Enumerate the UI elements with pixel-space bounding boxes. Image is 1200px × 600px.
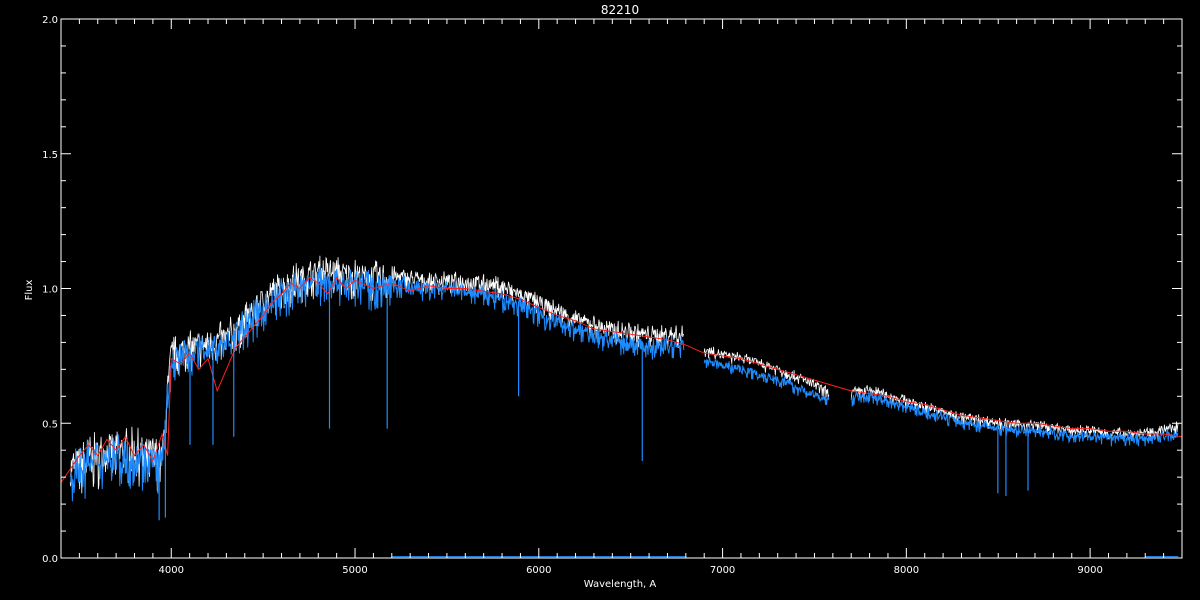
y-tick-label: 0.5	[42, 419, 58, 430]
spectrum-chart: 82210 Flux Wavelength, A 4000 5000 6000 700…	[0, 0, 1200, 600]
y-tick-label: 1.0	[42, 285, 58, 296]
chart-background	[0, 0, 1200, 600]
y-axis-label: Flux	[24, 280, 35, 301]
x-axis-label: Wavelength, A	[584, 579, 657, 590]
y-tick-label: 2.0	[42, 15, 58, 26]
y-tick-label: 0.0	[42, 554, 58, 565]
x-tick-label: 9000	[1077, 565, 1102, 576]
x-tick-label: 4000	[159, 565, 184, 576]
y-tick-label: 1.5	[42, 150, 58, 161]
x-tick-label: 5000	[342, 565, 367, 576]
chart-title: 82210	[601, 3, 639, 17]
x-tick-label: 7000	[710, 565, 735, 576]
x-tick-label: 6000	[526, 565, 551, 576]
x-tick-label: 8000	[894, 565, 919, 576]
